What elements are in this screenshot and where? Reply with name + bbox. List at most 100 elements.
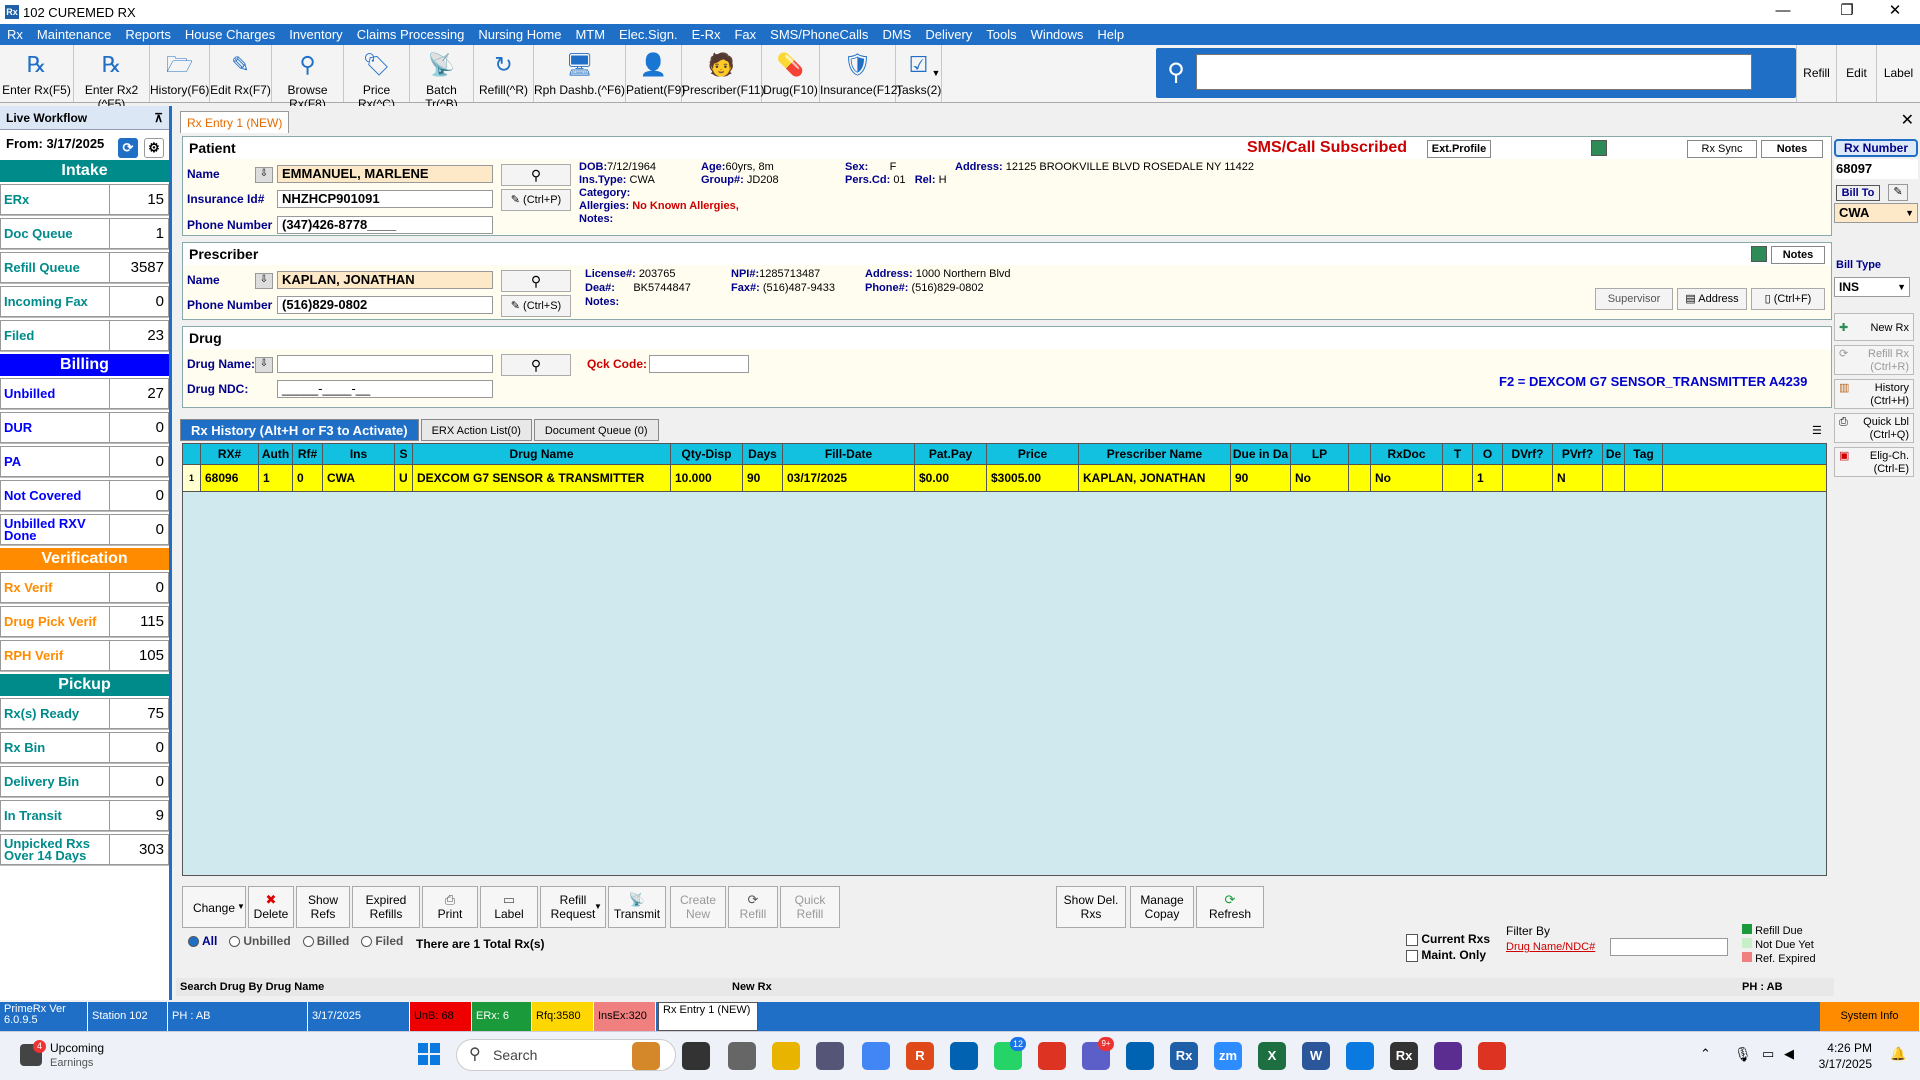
microphone-icon[interactable]: 🎙	[1734, 1046, 1752, 1063]
bill-to-button[interactable]: Bill To	[1836, 185, 1880, 201]
column-header-auth[interactable]: Auth	[259, 444, 293, 464]
workflow-item-unbilled[interactable]: Unbilled 27	[0, 378, 169, 410]
menu-sms-phonecalls[interactable]: SMS/PhoneCalls	[763, 27, 875, 42]
label-button[interactable]: ▭ Label	[480, 886, 538, 928]
workflow-item-incoming-fax[interactable]: Incoming Fax 0	[0, 286, 169, 318]
delete-button[interactable]: ✖ Delete	[248, 886, 294, 928]
app-gray-icon[interactable]	[728, 1042, 756, 1070]
ext-profile-button[interactable]: Ext.Profile	[1427, 140, 1491, 158]
prescriber-name-field[interactable]: KAPLAN, JONATHAN	[277, 271, 493, 289]
column-header-de[interactable]: De	[1603, 444, 1625, 464]
workflow-item-rx-s-ready[interactable]: Rx(s) Ready 75	[0, 698, 169, 730]
tab-document-queue-0[interactable]: Document Queue (0)	[533, 419, 659, 441]
workflow-item-drug-pick-verif[interactable]: Drug Pick Verif 115	[0, 606, 169, 638]
app-blue-icon[interactable]	[1126, 1042, 1154, 1070]
excel-icon[interactable]	[1591, 140, 1607, 156]
menu-fax[interactable]: Fax	[727, 27, 763, 42]
column-header-drug-name[interactable]: Drug Name	[413, 444, 671, 464]
drug-search-icon[interactable]: ⚲	[501, 354, 571, 376]
menu-elec-sign[interactable]: Elec.Sign.	[612, 27, 685, 42]
elig-check-button[interactable]: ▣ Elig-Ch. (Ctrl-E)	[1834, 447, 1914, 477]
column-header-rx[interactable]: RX#	[201, 444, 259, 464]
edit-prescriber-button[interactable]: ✎ (Ctrl+S)	[501, 295, 571, 317]
file-explorer-icon[interactable]	[772, 1042, 800, 1070]
patient-notes-button[interactable]: Notes	[1761, 140, 1823, 158]
filter-input[interactable]	[1610, 938, 1728, 956]
menu-e-rx[interactable]: E-Rx	[685, 27, 728, 42]
zoom-icon[interactable]: zm	[1214, 1042, 1242, 1070]
history-button[interactable]: ▥ History (Ctrl+H)	[1834, 379, 1914, 409]
column-header-price[interactable]: Price	[987, 444, 1079, 464]
column-header-t[interactable]: T	[1443, 444, 1473, 464]
column-header[interactable]	[183, 444, 201, 464]
column-header-dvrf[interactable]: DVrf?	[1503, 444, 1553, 464]
windows-start-icon[interactable]	[418, 1043, 440, 1065]
menu-maintenance[interactable]: Maintenance	[30, 27, 118, 42]
toolbar-rph-dashb-f6-button[interactable]: 🖥 Rph Dashb.(^F6)	[534, 45, 626, 102]
patient-search-icon[interactable]: ⚲	[501, 164, 571, 186]
maximize-button[interactable]: ❐	[1824, 0, 1870, 24]
menu-help[interactable]: Help	[1090, 27, 1131, 42]
ctrl-f-button[interactable]: ▯ (Ctrl+F)	[1751, 288, 1825, 310]
table-row[interactable]: 1 68096 1 0 CWA U DEXCOM G7 SENSOR & TRANSMITT…	[183, 464, 1826, 492]
toolbar-edit-rx-f7-button[interactable]: ✎ Edit Rx(F7)	[210, 45, 272, 102]
app-active-icon[interactable]	[1346, 1042, 1374, 1070]
maint-only-checkbox[interactable]: Maint. Only	[1406, 948, 1486, 962]
quick-label-button[interactable]: ⎙ Quick Lbl (Ctrl+Q)	[1834, 413, 1914, 443]
volume-icon[interactable]: ◀	[1784, 1046, 1794, 1062]
toolbar-label-button[interactable]: Label	[1876, 45, 1920, 102]
acrobat-icon[interactable]	[1478, 1042, 1506, 1070]
menu-windows[interactable]: Windows	[1024, 27, 1091, 42]
pin-icon[interactable]: ⊼	[154, 106, 163, 130]
supervisor-button[interactable]: Supervisor	[1595, 288, 1673, 310]
calculator-icon[interactable]	[816, 1042, 844, 1070]
app-r-icon[interactable]: R	[906, 1042, 934, 1070]
patient-dropdown-icon[interactable]: ⇩	[255, 167, 273, 183]
filter-radio-billed[interactable]: Billed	[302, 934, 349, 948]
drug-name-field[interactable]	[277, 355, 493, 373]
toolbar-drug-f10-button[interactable]: 💊 Drug(F10)	[762, 45, 820, 102]
search-icon[interactable]: ⚲	[1160, 55, 1192, 91]
prescriber-search-icon[interactable]: ⚲	[501, 270, 571, 292]
filter-radio-all[interactable]: All	[188, 934, 217, 948]
workflow-item-rx-bin[interactable]: Rx Bin 0	[0, 732, 169, 764]
edit-patient-button[interactable]: ✎ (Ctrl+P)	[501, 189, 571, 211]
workflow-item-rph-verif[interactable]: RPH Verif 105	[0, 640, 169, 672]
menu-mtm[interactable]: MTM	[568, 27, 612, 42]
qck-code-field[interactable]	[649, 355, 749, 373]
column-header-due-in-da[interactable]: Due in Da	[1231, 444, 1291, 464]
show-del-rxs-button[interactable]: Show Del. Rxs	[1056, 886, 1126, 928]
workflow-item-in-transit[interactable]: In Transit 9	[0, 800, 169, 832]
workflow-item-rx-verif[interactable]: Rx Verif 0	[0, 572, 169, 604]
column-header-pvrf[interactable]: PVrf?	[1553, 444, 1603, 464]
trello-icon[interactable]	[950, 1042, 978, 1070]
primerx-2-icon[interactable]: Rx	[1390, 1042, 1418, 1070]
bill-to-edit-icon[interactable]: ✎	[1888, 184, 1908, 201]
toolbar-browse-rx-f8-button[interactable]: ⚲ Browse Rx(F8)	[272, 45, 344, 111]
workflow-item-erx[interactable]: ERx 15	[0, 184, 169, 216]
menu-reports[interactable]: Reports	[118, 27, 178, 42]
chrome-icon[interactable]	[862, 1042, 890, 1070]
menu-nursing-home[interactable]: Nursing Home	[471, 27, 568, 42]
toolbar-batch-tr-b-button[interactable]: 📡 Batch Tr(^B)	[410, 45, 474, 111]
network-icon[interactable]: ▭	[1762, 1046, 1774, 1062]
bell-icon[interactable]: 🔔	[1890, 1046, 1906, 1062]
tab-rx-history-alt-h-or-f3-to-activate[interactable]: Rx History (Alt+H or F3 to Activate)	[180, 419, 419, 441]
show-refs-button[interactable]: Show Refs	[296, 886, 350, 928]
toolbar-enter-rx2-f5-button[interactable]: ℞ Enter Rx2 (^F5)	[74, 45, 150, 111]
drug-dropdown-icon[interactable]: ⇩	[255, 357, 273, 373]
rx-sync-button[interactable]: Rx Sync	[1687, 140, 1757, 158]
transmit-button[interactable]: 📡 Transmit	[608, 886, 666, 928]
refill-rx-button[interactable]: ⟳ Refill Rx (Ctrl+R)	[1834, 345, 1914, 375]
bill-to-select[interactable]: CWA ▼	[1834, 203, 1918, 223]
workflow-item-filed[interactable]: Filed 23	[0, 320, 169, 352]
expired-refills-button[interactable]: Expired Refills	[352, 886, 420, 928]
quick-refill-button[interactable]: Quick Refill	[780, 886, 840, 928]
tab-rx-entry[interactable]: Rx Entry 1 (NEW)	[180, 111, 290, 133]
tab-erx-action-list-0[interactable]: ERX Action List(0)	[420, 419, 532, 441]
close-tab-icon[interactable]: ✕	[1901, 110, 1914, 130]
column-header-rxdoc[interactable]: RxDoc	[1371, 444, 1443, 464]
filter-radio-unbilled[interactable]: Unbilled	[229, 934, 291, 948]
toolbar-refill-r-button[interactable]: ↻ Refill(^R)	[474, 45, 534, 102]
global-search-input[interactable]	[1196, 54, 1752, 90]
